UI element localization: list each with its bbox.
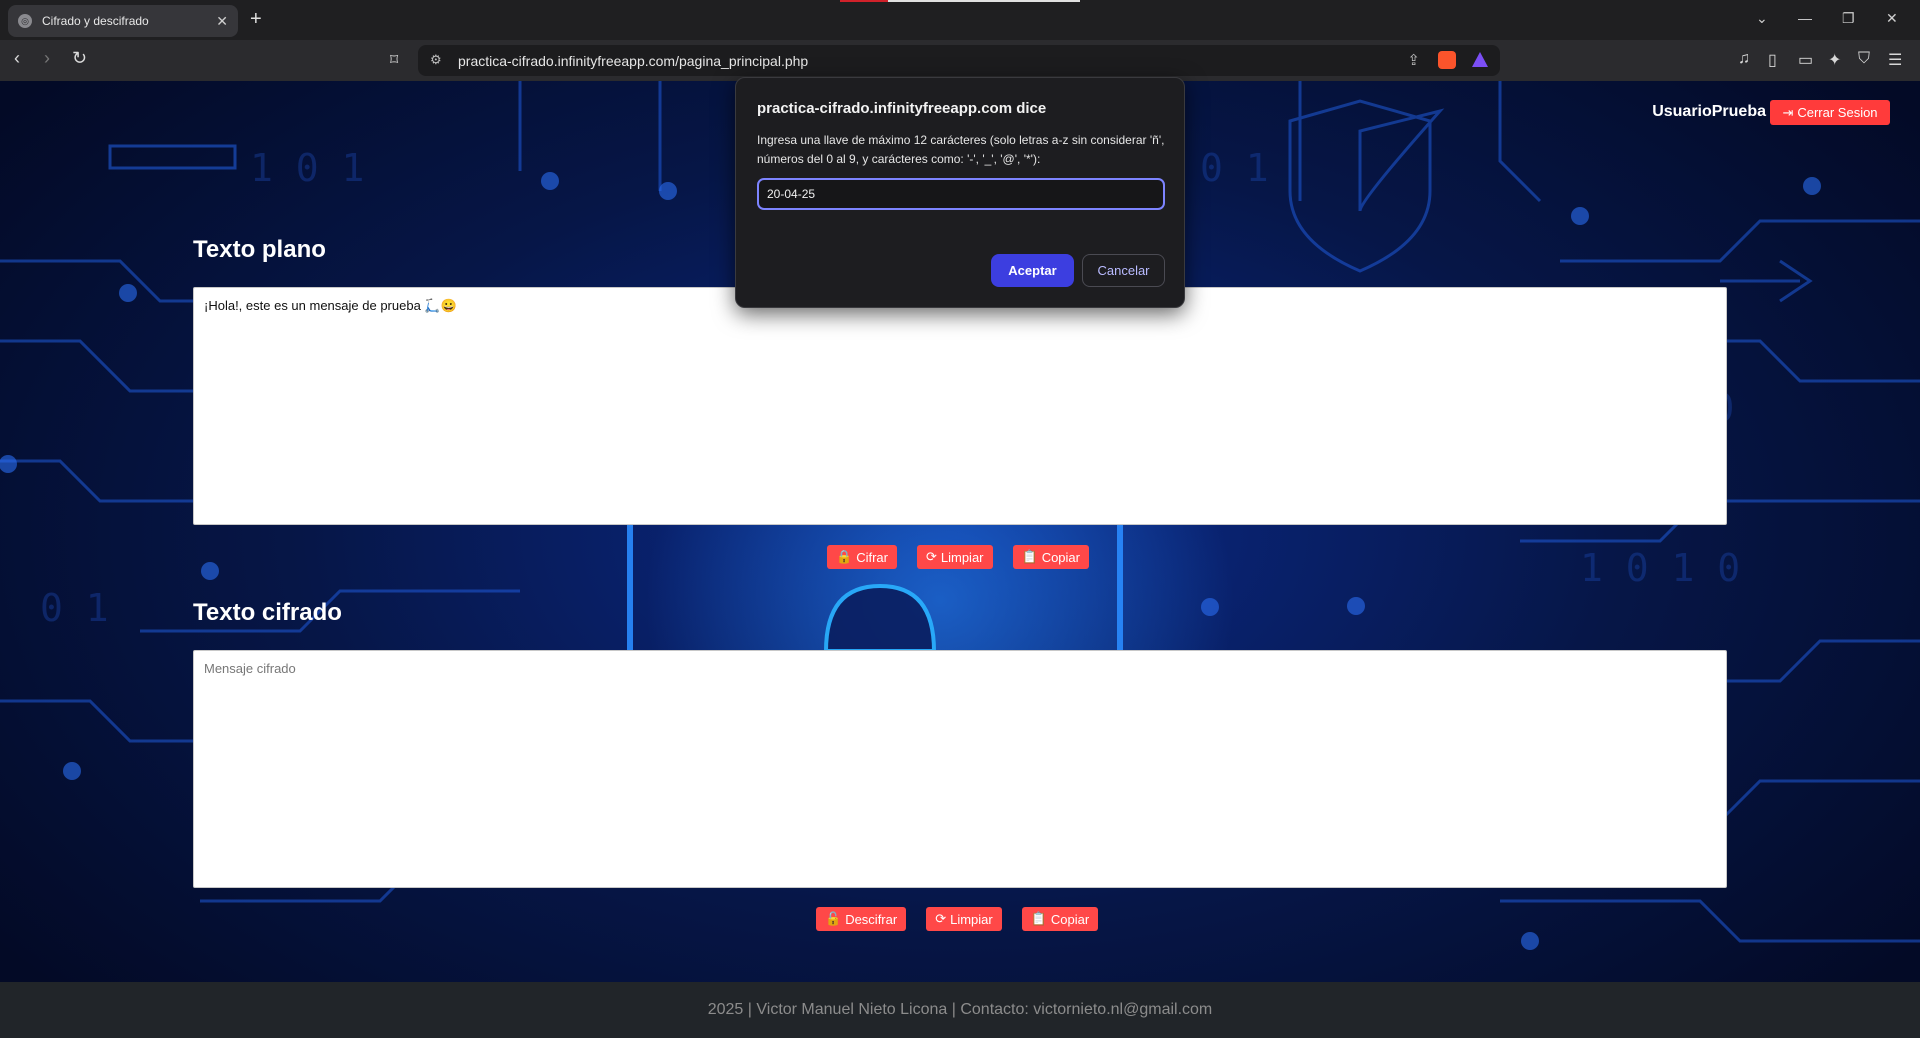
unlock-icon: 🔓 [825,911,842,926]
clipboard-icon: 📋 [1021,549,1038,564]
tab-search-chevron-icon[interactable]: ⌄ [1756,10,1768,27]
accept-button[interactable]: Aceptar [991,254,1074,287]
sidebar-icon[interactable]: ▯ [1768,50,1777,70]
clear-plain-button[interactable]: ⟳ Limpiar [916,545,993,569]
footer-text: 2025 | Victor Manuel Nieto Licona | Cont… [707,1001,1213,1018]
plain-text-title: Texto plano [193,236,326,263]
svg-text:0 1: 0 1 [1200,146,1269,190]
menu-icon[interactable]: ☰ [1888,50,1902,70]
key-input[interactable] [757,178,1165,210]
clear-plain-label: Limpiar [940,549,984,565]
copy-plain-label: Copiar [1041,549,1080,565]
user-name: UsuarioPrueba [1652,103,1766,120]
decrypt-label: Descifrar [845,911,898,927]
minimize-icon[interactable]: — [1798,10,1812,26]
copy-cipher-label: Copiar [1050,911,1090,927]
cancel-button[interactable]: Cancelar [1082,254,1165,287]
plain-text-input[interactable]: ¡Hola!, este es un mensaje de prueba 🛴😀 [193,287,1727,525]
media-icon[interactable]: ♫ [1738,50,1750,68]
tab-title: Cifrado y descifrado [42,14,149,28]
clear-cipher-label: Limpiar [950,911,993,927]
cipher-actions: 🔓 Descifrar ⟳ Limpiar 📋 Copiar [816,907,1099,931]
browser-tab[interactable]: ◎ Cifrado y descifrado ✕ [8,5,238,37]
clear-cipher-button[interactable]: ⟳ Limpiar [926,907,1002,931]
new-tab-icon[interactable]: + [250,8,262,31]
refresh-icon: ⟳ [935,911,947,926]
refresh-icon: ⟳ [925,549,937,564]
url-text[interactable]: practica-cifrado.infinityfreeapp.com/pag… [458,53,808,69]
lock-icon: 🔒 [836,549,853,564]
cipher-text-title: Texto cifrado [193,599,342,626]
leo-ai-icon[interactable]: ✦ [1828,50,1841,70]
prompt-dialog: practica-cifrado.infinityfreeapp.com dic… [735,77,1185,308]
encrypt-button[interactable]: 🔒 Cifrar [827,545,897,569]
close-window-icon[interactable]: ✕ [1886,10,1898,27]
tab-bar: ◎ Cifrado y descifrado ✕ + ⌄ — ❐ ✕ [0,0,1920,40]
reload-icon[interactable]: ↻ [72,48,87,69]
encrypt-label: Cifrar [856,549,888,565]
clipboard-icon: 📋 [1030,911,1047,926]
copy-cipher-button[interactable]: 📋 Copiar [1021,907,1099,931]
forward-icon[interactable]: › [44,48,50,69]
logout-label: Cerrar Sesion [1797,105,1878,120]
restore-icon[interactable]: ❐ [1842,10,1855,27]
svg-text:1 0 1: 1 0 1 [250,146,364,190]
copy-plain-button[interactable]: 📋 Copiar [1012,545,1089,569]
site-settings-icon[interactable]: ⚙ [430,52,442,68]
browser-toolbar: ‹ › ↻ ⌑ ⚙ practica-cifrado.infinityfreea… [0,40,1920,81]
wallet-icon[interactable]: ▭ [1798,50,1813,70]
brave-shields-icon[interactable] [1438,51,1456,69]
plain-actions: 🔒 Cifrar ⟳ Limpiar 📋 Copiar [827,545,1089,569]
logout-button[interactable]: ⇥ Cerrar Sesion [1770,100,1890,125]
svg-text:1 0 1 0: 1 0 1 0 [1580,546,1740,590]
svg-text:0 1: 0 1 [40,586,109,630]
address-bar[interactable]: ⚙ practica-cifrado.infinityfreeapp.com/p… [418,45,1500,76]
loading-indicator [840,0,1080,2]
back-icon[interactable]: ‹ [14,48,20,69]
cipher-text-input[interactable] [193,650,1727,888]
dialog-message: Ingresa una llave de máximo 12 caráctere… [757,133,1165,166]
share-icon[interactable]: ⇪ [1407,51,1420,69]
dialog-title: practica-cifrado.infinityfreeapp.com dic… [757,100,1047,117]
brave-rewards-icon[interactable] [1472,52,1488,67]
close-tab-icon[interactable]: ✕ [216,13,228,30]
bookmark-icon[interactable]: ⌑ [390,50,398,70]
decrypt-button[interactable]: 🔓 Descifrar [816,907,907,931]
vpn-shield-icon[interactable]: ⛉ [1858,50,1870,68]
footer: 2025 | Victor Manuel Nieto Licona | Cont… [0,982,1920,1038]
logout-icon: ⇥ [1782,104,1794,120]
globe-icon: ◎ [18,14,32,28]
